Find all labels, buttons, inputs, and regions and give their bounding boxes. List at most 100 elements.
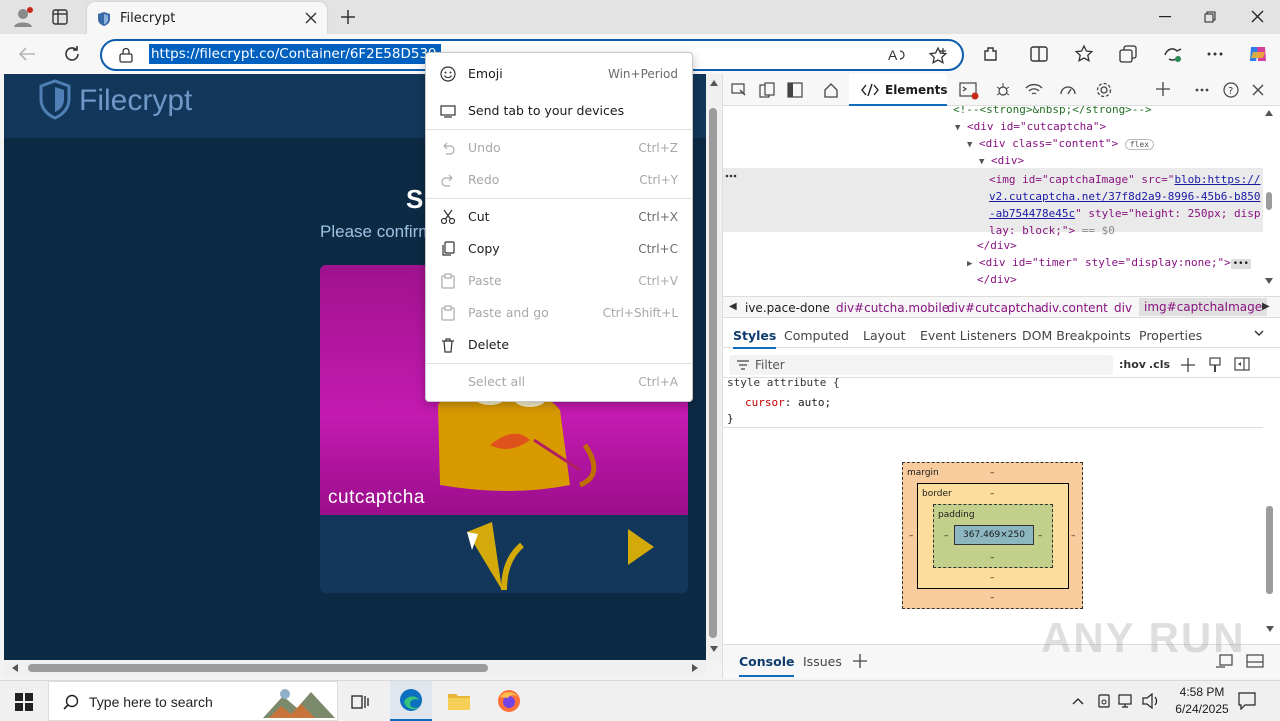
dom-node-cutcaptcha[interactable]: ▼ <div id="cutcaptcha"> (955, 120, 1106, 133)
box-model-margin[interactable]: margin – – – – border – – padding – – – … (902, 462, 1083, 609)
menu-item-copy[interactable]: Copy Ctrl+C (426, 233, 692, 265)
windows-start-icon[interactable] (15, 693, 33, 711)
chevron-down-icon[interactable] (1254, 330, 1264, 336)
tab-styles[interactable]: Styles (733, 328, 777, 349)
dom-node-timer[interactable]: ▶ <div id="timer" style="display:none;">… (967, 256, 1251, 269)
menu-item-send-tab[interactable]: Send tab to your devices (426, 95, 692, 127)
copilot-icon[interactable] (1247, 43, 1269, 65)
hov-toggle[interactable]: :hov (1119, 358, 1146, 371)
refresh-icon[interactable] (63, 45, 81, 63)
help-icon[interactable]: ? (1223, 82, 1239, 98)
settings-gear-icon[interactable] (1095, 81, 1113, 99)
welcome-icon[interactable] (823, 82, 839, 98)
cls-toggle[interactable]: .cls (1149, 358, 1170, 371)
captcha-next-icon[interactable] (626, 527, 656, 567)
favorites-icon[interactable] (1074, 44, 1094, 64)
style-declaration[interactable]: cursor: auto; (745, 396, 831, 409)
notification-icon[interactable] (1238, 692, 1256, 710)
breadcrumb-item-selected[interactable]: img#captchaImage (1139, 298, 1268, 316)
menu-item-select-all[interactable]: Select all Ctrl+A (426, 366, 692, 398)
dom-scroll-up-icon[interactable] (1265, 110, 1273, 116)
menu-item-undo[interactable]: Undo Ctrl+Z (426, 132, 692, 164)
sources-icon[interactable] (995, 82, 1011, 98)
taskbar-search[interactable]: Type here to search (48, 681, 338, 721)
inspect-icon[interactable] (731, 83, 747, 97)
drawer-dock-icon[interactable] (1246, 654, 1264, 668)
page-vertical-scrollbar[interactable] (706, 74, 722, 660)
menu-item-paste-and-go[interactable]: Paste and go Ctrl+Shift+L (426, 297, 692, 329)
dom-line-6[interactable]: blob:https:// (1174, 173, 1260, 186)
styles-scroll-down-icon[interactable] (1266, 626, 1274, 632)
task-view-icon[interactable] (351, 693, 369, 711)
dom-line-12[interactable]: </div> (977, 239, 1017, 252)
performance-panel-icon[interactable] (1059, 82, 1077, 98)
dock-icon[interactable] (787, 82, 803, 98)
dom-row-menu-icon[interactable] (725, 174, 737, 178)
window-close-icon[interactable] (1251, 10, 1264, 23)
clock-date[interactable]: 6/24/2025 (1164, 702, 1240, 716)
dom-tree[interactable]: <!--<strong>&nbsp;</strong>--> ▼ <div id… (723, 106, 1280, 286)
scroll-left-icon[interactable] (12, 664, 18, 672)
dom-comment[interactable]: <!--<strong>&nbsp;</strong>--> (953, 106, 1152, 116)
breadcrumb-left-icon[interactable]: ◀ (729, 301, 737, 312)
menu-item-emoji[interactable]: Emoji Win+Period (426, 58, 692, 90)
scroll-thumb[interactable] (709, 108, 717, 638)
minimize-icon[interactable] (1159, 16, 1171, 18)
filter-input[interactable]: Filter (729, 355, 1113, 375)
scroll-down-icon[interactable] (710, 646, 718, 652)
style-value[interactable]: auto; (798, 396, 831, 409)
box-model-content[interactable]: 367.469×250 (954, 525, 1034, 545)
tray-device-icon[interactable] (1096, 693, 1112, 709)
breadcrumb-item[interactable]: div (1114, 301, 1132, 315)
console-icon[interactable] (959, 82, 979, 100)
drawer-add-icon[interactable] (853, 654, 867, 668)
breadcrumb-item[interactable]: div#cutcha.mobile (836, 301, 949, 315)
close-icon[interactable] (305, 12, 317, 24)
scroll-right-icon[interactable] (692, 664, 698, 672)
tray-chevron-up-icon[interactable] (1072, 697, 1084, 705)
dom-node-content[interactable]: ▼ <div class="content"> flex (967, 137, 1155, 150)
breadcrumb-item[interactable]: ive.pace-done (745, 301, 830, 315)
tab-event-listeners[interactable]: Event Listeners (920, 328, 1017, 343)
tab-layout[interactable]: Layout (863, 328, 906, 343)
split-screen-icon[interactable] (1030, 45, 1048, 63)
dom-scroll-down-icon[interactable] (1265, 278, 1273, 284)
favorite-icon[interactable] (928, 46, 948, 66)
box-model-border[interactable]: border – – padding – – – 367.469×250 (917, 483, 1069, 589)
scroll-up-icon[interactable] (710, 80, 718, 86)
devtools-close-icon[interactable] (1252, 84, 1264, 96)
breadcrumb-right-icon[interactable]: ▶ (1262, 301, 1270, 312)
box-model-padding[interactable]: padding – – – 367.469×250 (933, 504, 1053, 568)
tab-properties[interactable]: Properties (1139, 328, 1202, 343)
menu-item-cut[interactable]: Cut Ctrl+X (426, 201, 692, 233)
maximize-icon[interactable] (1204, 11, 1216, 23)
new-rule-icon[interactable] (1181, 358, 1195, 372)
flex-badge[interactable]: flex (1124, 139, 1155, 150)
more-tools-icon[interactable] (1195, 88, 1209, 92)
lock-icon[interactable] (119, 47, 133, 63)
styles-scrollbar[interactable] (1263, 374, 1277, 638)
tab-actions-icon[interactable] (52, 9, 68, 25)
menu-item-delete[interactable]: Delete (426, 329, 692, 361)
breadcrumb-item[interactable]: div#cutcaptcha (947, 301, 1042, 315)
device-icon[interactable] (759, 82, 775, 98)
tab-computed[interactable]: Computed (784, 328, 849, 343)
dom-node-img[interactable]: <img id="captchaImage" src="blob:https:/… (989, 171, 1261, 239)
network-tray-icon[interactable] (1118, 693, 1136, 709)
breadcrumb-item[interactable]: div.content (1041, 301, 1108, 315)
new-tab-icon[interactable] (340, 9, 356, 25)
add-panel-icon[interactable] (1155, 81, 1171, 97)
page-horizontal-scrollbar[interactable] (4, 660, 706, 676)
more-icon[interactable] (1207, 52, 1223, 56)
dom-node-div[interactable]: ▼ <div> (979, 154, 1024, 167)
firefox-icon[interactable] (497, 689, 521, 713)
style-property[interactable]: cursor (745, 396, 785, 409)
clock-time[interactable]: 4:58 PM (1172, 685, 1232, 699)
dom-scrollbar[interactable] (1263, 106, 1275, 286)
extensions-icon[interactable] (982, 45, 1000, 63)
network-icon[interactable] (1025, 82, 1043, 98)
back-icon[interactable] (18, 46, 36, 62)
drawer-tab-console[interactable]: Console (739, 654, 795, 677)
read-aloud-icon[interactable]: A (888, 47, 906, 63)
menu-item-redo[interactable]: Redo Ctrl+Y (426, 164, 692, 196)
